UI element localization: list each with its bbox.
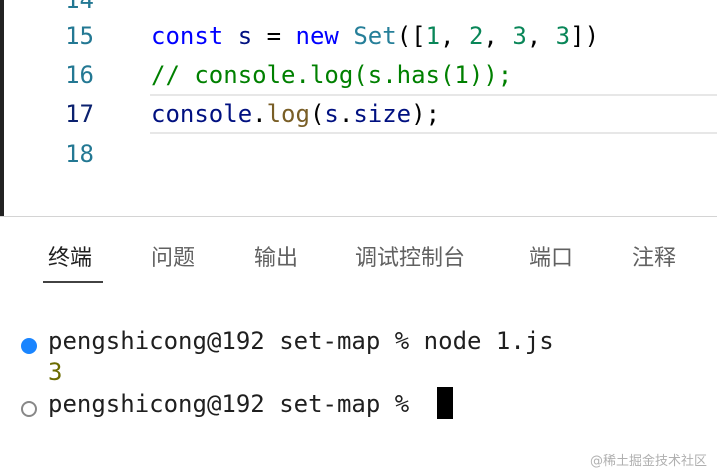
function-name: log	[266, 100, 310, 128]
code-line[interactable]: const s = new Set([1, 2, 3, 3])	[151, 16, 599, 56]
line-number: 16	[65, 61, 94, 89]
property: size	[353, 100, 412, 128]
command-success-icon[interactable]	[21, 338, 37, 354]
active-tab-underline	[43, 281, 103, 283]
punctuation: .	[338, 100, 354, 128]
tab-terminal[interactable]: 终端	[48, 244, 92, 274]
tab-comments[interactable]: 注释	[632, 244, 676, 274]
terminal-line: pengshicong@192 set-map % node 1.js	[0, 325, 717, 357]
punctuation: ,	[483, 22, 498, 50]
editor-line: 18	[4, 134, 717, 174]
watermark: @稀土掘金技术社区	[589, 454, 707, 469]
tab-debug-console[interactable]: 调试控制台	[355, 244, 465, 274]
punctuation: ,	[440, 22, 455, 50]
number: 3	[512, 22, 527, 50]
terminal-line: 3	[0, 356, 717, 388]
tab-ports[interactable]: 端口	[529, 244, 573, 274]
line-number: 18	[65, 140, 94, 168]
code-line[interactable]: console.log(s.size);	[151, 94, 440, 134]
punctuation: ([	[396, 22, 426, 50]
variable: console	[151, 100, 253, 128]
punctuation: ])	[570, 22, 600, 50]
terminal-cursor	[437, 387, 453, 419]
code-editor[interactable]: 14 15 const s = new Set([1, 2, 3, 3]) 16…	[4, 0, 717, 216]
punctuation: ,	[526, 22, 542, 50]
editor-line: 15 const s = new Set([1, 2, 3, 3])	[4, 16, 717, 56]
variable: s	[324, 100, 339, 128]
tab-problems[interactable]: 问题	[151, 244, 195, 274]
number: 2	[468, 22, 484, 50]
punctuation: );	[411, 100, 441, 128]
keyword: const	[151, 22, 224, 50]
punctuation: (	[309, 100, 325, 128]
class-name: Set	[353, 22, 397, 50]
line-number: 17	[65, 100, 94, 128]
editor-line-current: 17 console.log(s.size);	[4, 94, 717, 134]
panel-divider[interactable]	[0, 216, 717, 217]
command-pending-icon[interactable]	[21, 401, 37, 417]
terminal-prompt: pengshicong@192 set-map %	[48, 390, 424, 418]
punctuation: .	[252, 100, 267, 128]
code-comment[interactable]: // console.log(s.has(1));	[151, 55, 512, 95]
terminal-line: pengshicong@192 set-map %	[0, 388, 717, 420]
operator: =	[266, 22, 282, 50]
number: 3	[555, 22, 571, 50]
number: 1	[425, 22, 441, 50]
terminal-prompt: pengshicong@192 set-map % node 1.js	[48, 327, 554, 355]
variable: s	[237, 22, 253, 50]
tab-output[interactable]: 输出	[254, 244, 298, 274]
keyword: new	[295, 22, 339, 50]
line-number: 15	[65, 22, 94, 50]
panel-tabs: 终端 问题 输出 调试控制台 端口 注释	[0, 230, 717, 290]
editor-line: 16 // console.log(s.has(1));	[4, 55, 717, 95]
terminal-output: 3	[48, 358, 63, 386]
